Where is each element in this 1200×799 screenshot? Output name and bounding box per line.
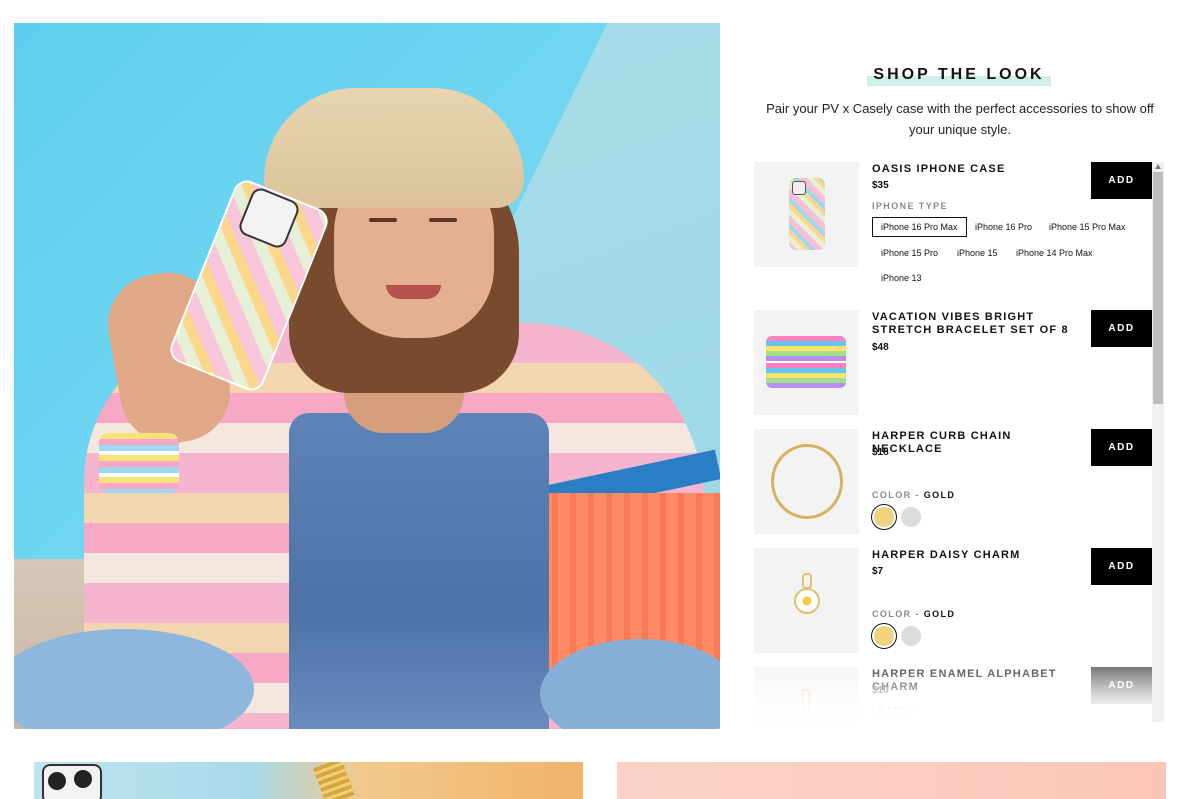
color-swatch-gold[interactable]	[874, 507, 894, 527]
letter-option-label: LETTER	[872, 705, 916, 715]
option-chip-iphone-15[interactable]: iPhone 15	[948, 243, 1007, 263]
shop-the-look-description: Pair your PV x Casely case with the perf…	[766, 101, 1154, 137]
add-button[interactable]: ADD	[1091, 429, 1152, 466]
alphabet-charm-image	[802, 689, 810, 722]
product-name[interactable]: VACATION VIBES BRIGHT STRETCH BRACELET S…	[872, 311, 1082, 337]
option-chip-iphone-13[interactable]: iPhone 13	[872, 268, 931, 288]
scrollbar-thumb[interactable]	[1153, 172, 1163, 404]
phone-camera-icon	[792, 181, 806, 195]
color-swatch-gold[interactable]	[874, 626, 894, 646]
selected-color: GOLD	[923, 490, 956, 500]
product-price: $7	[872, 566, 884, 577]
color-label-text: COLOR -	[872, 490, 924, 500]
hero-mouth	[386, 285, 441, 299]
option-chip-iphone-14-pro-max[interactable]: iPhone 14 Pro Max	[1007, 243, 1102, 263]
shop-the-look-title: SHOP THE LOOK	[867, 64, 1051, 86]
color-swatch-silver[interactable]	[901, 507, 921, 527]
product-thumbnail[interactable]	[754, 310, 859, 415]
charm-ring-image	[802, 573, 812, 589]
product-item-alphabet-charm: HARPER ENAMEL ALPHABET CHARM $10 ADD LET…	[754, 667, 1152, 722]
product-price: $35	[872, 180, 889, 191]
option-chip-iphone-15-pro[interactable]: iPhone 15 Pro	[872, 243, 947, 263]
product-name[interactable]: HARPER ENAMEL ALPHABET CHARM	[872, 668, 1087, 694]
option-chip-iphone-16-pro[interactable]: iPhone 16 Pro	[966, 217, 1041, 237]
option-chip-iphone-15-pro-max[interactable]: iPhone 15 Pro Max	[1040, 217, 1135, 237]
add-button[interactable]: ADD	[1091, 162, 1152, 199]
color-option-label: COLOR - GOLD	[872, 609, 955, 619]
product-name[interactable]: OASIS IPHONE CASE	[872, 163, 1082, 176]
selected-color: GOLD	[923, 609, 956, 619]
necklace-image	[771, 444, 843, 519]
hero-bracelets	[99, 433, 179, 493]
camera-lens-icon	[48, 772, 66, 790]
product-thumbnail[interactable]	[754, 548, 859, 653]
color-option-label: COLOR - GOLD	[872, 490, 955, 500]
hero-lifestyle-image	[14, 23, 720, 729]
bottom-product-image-left[interactable]	[34, 762, 583, 799]
product-thumbnail[interactable]	[754, 667, 859, 722]
add-button[interactable]: ADD	[1091, 548, 1152, 585]
bracelet-image	[766, 336, 846, 388]
product-item-daisy-charm: HARPER DAISY CHARM $7 ADD COLOR - GOLD	[754, 548, 1152, 653]
product-price: $48	[872, 342, 889, 353]
product-price: $18	[872, 447, 889, 458]
product-item-curb-chain-necklace: HARPER CURB CHAIN NECKLACE $18 ADD COLOR…	[754, 429, 1152, 534]
camera-lens-icon	[74, 770, 92, 788]
add-button[interactable]: ADD	[1091, 310, 1152, 347]
daisy-charm-image	[794, 588, 820, 614]
product-item-oasis-case: OASIS IPHONE CASE $35 ADD IPHONE TYPE iP…	[754, 162, 1152, 302]
add-button[interactable]: ADD	[1091, 667, 1152, 704]
bottom-product-image-right[interactable]	[617, 762, 1166, 799]
product-thumbnail[interactable]	[754, 429, 859, 534]
product-item-bracelet-set: VACATION VIBES BRIGHT STRETCH BRACELET S…	[754, 310, 1152, 415]
product-name[interactable]: HARPER CURB CHAIN NECKLACE	[872, 430, 1082, 456]
product-list-scrollbar[interactable]	[1152, 162, 1164, 722]
chain-image	[313, 762, 355, 799]
product-list[interactable]: OASIS IPHONE CASE $35 ADD IPHONE TYPE iP…	[754, 162, 1166, 722]
option-chip-iphone-16-pro-max[interactable]: iPhone 16 Pro Max	[872, 217, 967, 237]
hero-overalls	[289, 413, 549, 729]
hero-eye	[429, 218, 457, 222]
hero-eye	[369, 218, 397, 222]
option-label: IPHONE TYPE	[872, 201, 948, 211]
color-swatch-silver[interactable]	[901, 626, 921, 646]
hero-bucket-hat	[264, 88, 524, 208]
product-thumbnail[interactable]	[754, 162, 859, 267]
scroll-up-arrow-icon[interactable]	[1155, 164, 1161, 169]
color-label-text: COLOR -	[872, 609, 924, 619]
product-name[interactable]: HARPER DAISY CHARM	[872, 549, 1082, 562]
product-price: $10	[872, 685, 889, 696]
phone-case-image	[789, 178, 825, 250]
